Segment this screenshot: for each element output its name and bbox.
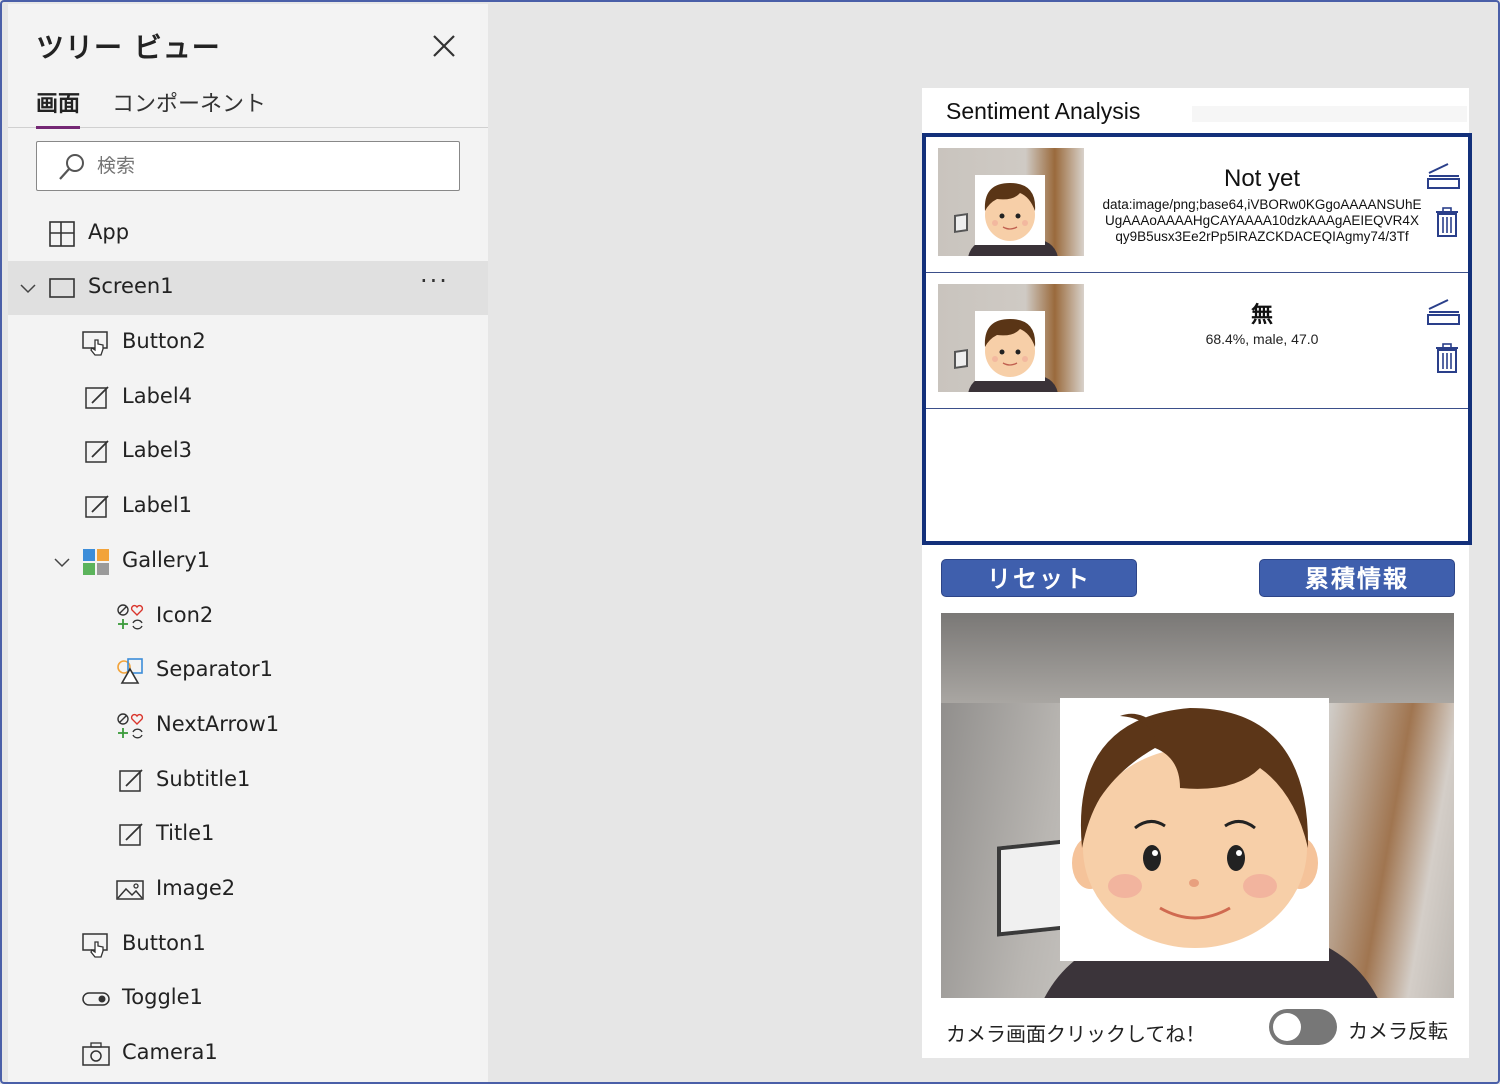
image-icon: [116, 880, 144, 900]
chevron-down-icon[interactable]: [18, 278, 38, 298]
captured-image-thumbnail: [938, 148, 1084, 256]
send-icon[interactable]: [1426, 161, 1464, 191]
tree-node-app[interactable]: App: [8, 207, 488, 261]
tree-node-toggle1[interactable]: Toggle1: [8, 972, 488, 1026]
toggle-knob: [1273, 1013, 1301, 1041]
tree-node-camera1[interactable]: Camera1: [8, 1027, 488, 1081]
label-icon: [119, 823, 143, 846]
captured-image-thumbnail: [938, 284, 1084, 392]
tree-node-nextarrow1[interactable]: NextArrow1: [8, 699, 488, 753]
search-input[interactable]: [97, 152, 437, 180]
title-bar-decoration: [1192, 106, 1467, 122]
window: ツリー ビュー 画面 コンポーネント App: [0, 0, 1500, 1084]
cartoon-face-icon: [975, 311, 1045, 381]
more-options-icon[interactable]: ···: [420, 267, 449, 295]
tree-view-panel: ツリー ビュー 画面 コンポーネント App: [8, 4, 488, 1082]
tab-components[interactable]: コンポーネント: [112, 86, 266, 126]
close-icon[interactable]: [430, 32, 458, 60]
trash-icon[interactable]: [1434, 343, 1460, 373]
wall-frame: [954, 213, 968, 233]
camera-view[interactable]: [941, 613, 1454, 998]
tree-node-label3[interactable]: Label3: [8, 425, 488, 479]
sentiment-status: 無: [1250, 302, 1273, 327]
tree-node-label1[interactable]: Label1: [8, 480, 488, 534]
tree-node-label: Toggle1: [122, 985, 203, 1009]
app-icon: [49, 221, 75, 247]
label-icon: [85, 440, 109, 463]
tree-view-title: ツリー ビュー: [36, 31, 221, 64]
trash-icon[interactable]: [1434, 207, 1460, 237]
wall-frame: [954, 349, 968, 369]
tree-node-label: Button1: [122, 931, 206, 955]
tree-node-button2[interactable]: Button2: [8, 316, 488, 370]
tree-node-label: Title1: [156, 821, 215, 845]
tree-tabs: 画面 コンポーネント: [8, 86, 488, 129]
camera-ceiling: [941, 613, 1454, 703]
camera-icon: [82, 1042, 110, 1066]
tree-node-label: Gallery1: [122, 548, 211, 572]
camera-flip-toggle[interactable]: [1269, 1009, 1337, 1045]
tree-node-label: App: [88, 220, 130, 244]
cartoon-face-icon: [1060, 698, 1329, 961]
label-icon: [119, 769, 143, 792]
label-icon: [85, 495, 109, 518]
chevron-down-icon[interactable]: [52, 552, 72, 572]
tree-node-button1[interactable]: Button1: [8, 918, 488, 972]
app-title: Sentiment Analysis: [946, 98, 1141, 124]
toggle-icon: [82, 992, 110, 1006]
gallery-row[interactable]: Not yet data:image/png;base64,iVBORw0KGg…: [926, 137, 1468, 273]
tree-node-subtitle1[interactable]: Subtitle1: [8, 754, 488, 808]
tree-node-gallery1[interactable]: Gallery1: [8, 535, 488, 589]
tree-node-icon2[interactable]: Icon2: [8, 590, 488, 644]
tree-node-separator1[interactable]: Separator1: [8, 644, 488, 698]
tree-node-label: Button2: [122, 329, 206, 353]
image-data-text: data:image/png;base64,iVBORw0KGgoAAAANSU…: [1102, 197, 1422, 244]
tree-node-image2[interactable]: Image2: [8, 863, 488, 917]
tree-node-label: Icon2: [156, 603, 214, 627]
cartoon-face-icon: [975, 175, 1045, 245]
tree-node-label: Image2: [156, 876, 236, 900]
gallery-row[interactable]: 無 68.4%, male, 47.0: [926, 273, 1468, 409]
search-box[interactable]: [36, 141, 460, 191]
tree-node-label: Screen1: [88, 274, 174, 298]
tree-node-label: Camera1: [122, 1040, 218, 1064]
icon-control-icon: [117, 713, 144, 739]
screen-icon: [49, 278, 75, 298]
tree-node-label: Label3: [122, 438, 193, 462]
button-icon: [82, 331, 108, 356]
tab-screens[interactable]: 画面: [36, 86, 81, 129]
tree-node-label: NextArrow1: [156, 712, 280, 736]
send-icon[interactable]: [1426, 297, 1464, 327]
tree-node-label: Separator1: [156, 657, 274, 681]
search-icon: [59, 154, 84, 180]
tree-node-label: Subtitle1: [156, 767, 251, 791]
shape-icon: [117, 658, 143, 684]
accumulated-info-button[interactable]: 累積情報: [1259, 559, 1455, 597]
camera-instruction-label: カメラ画面クリックしてね！: [946, 1022, 1206, 1046]
result-gallery[interactable]: Not yet data:image/png;base64,iVBORw0KGg…: [922, 133, 1472, 545]
tree-node-label4[interactable]: Label4: [8, 371, 488, 425]
reset-button[interactable]: リセット: [941, 559, 1137, 597]
camera-flip-label: カメラ反転: [1348, 1019, 1448, 1043]
label-icon: [85, 386, 109, 409]
app-preview: Sentiment Analysis Not yet data:image/pn…: [922, 88, 1472, 1058]
tree-node-label: Label1: [122, 493, 193, 517]
tree-node-label: Label4: [122, 384, 193, 408]
icon-control-icon: [117, 604, 144, 630]
button-icon: [82, 933, 108, 958]
wall-frame: [997, 839, 1065, 937]
sentiment-status: Not yet: [1223, 165, 1301, 192]
analysis-result-text: 68.4%, male, 47.0: [1205, 331, 1319, 347]
tree-node-title1[interactable]: Title1: [8, 808, 488, 862]
gallery-icon: [83, 549, 109, 575]
tree-node-screen1[interactable]: Screen1 ···: [8, 261, 488, 315]
